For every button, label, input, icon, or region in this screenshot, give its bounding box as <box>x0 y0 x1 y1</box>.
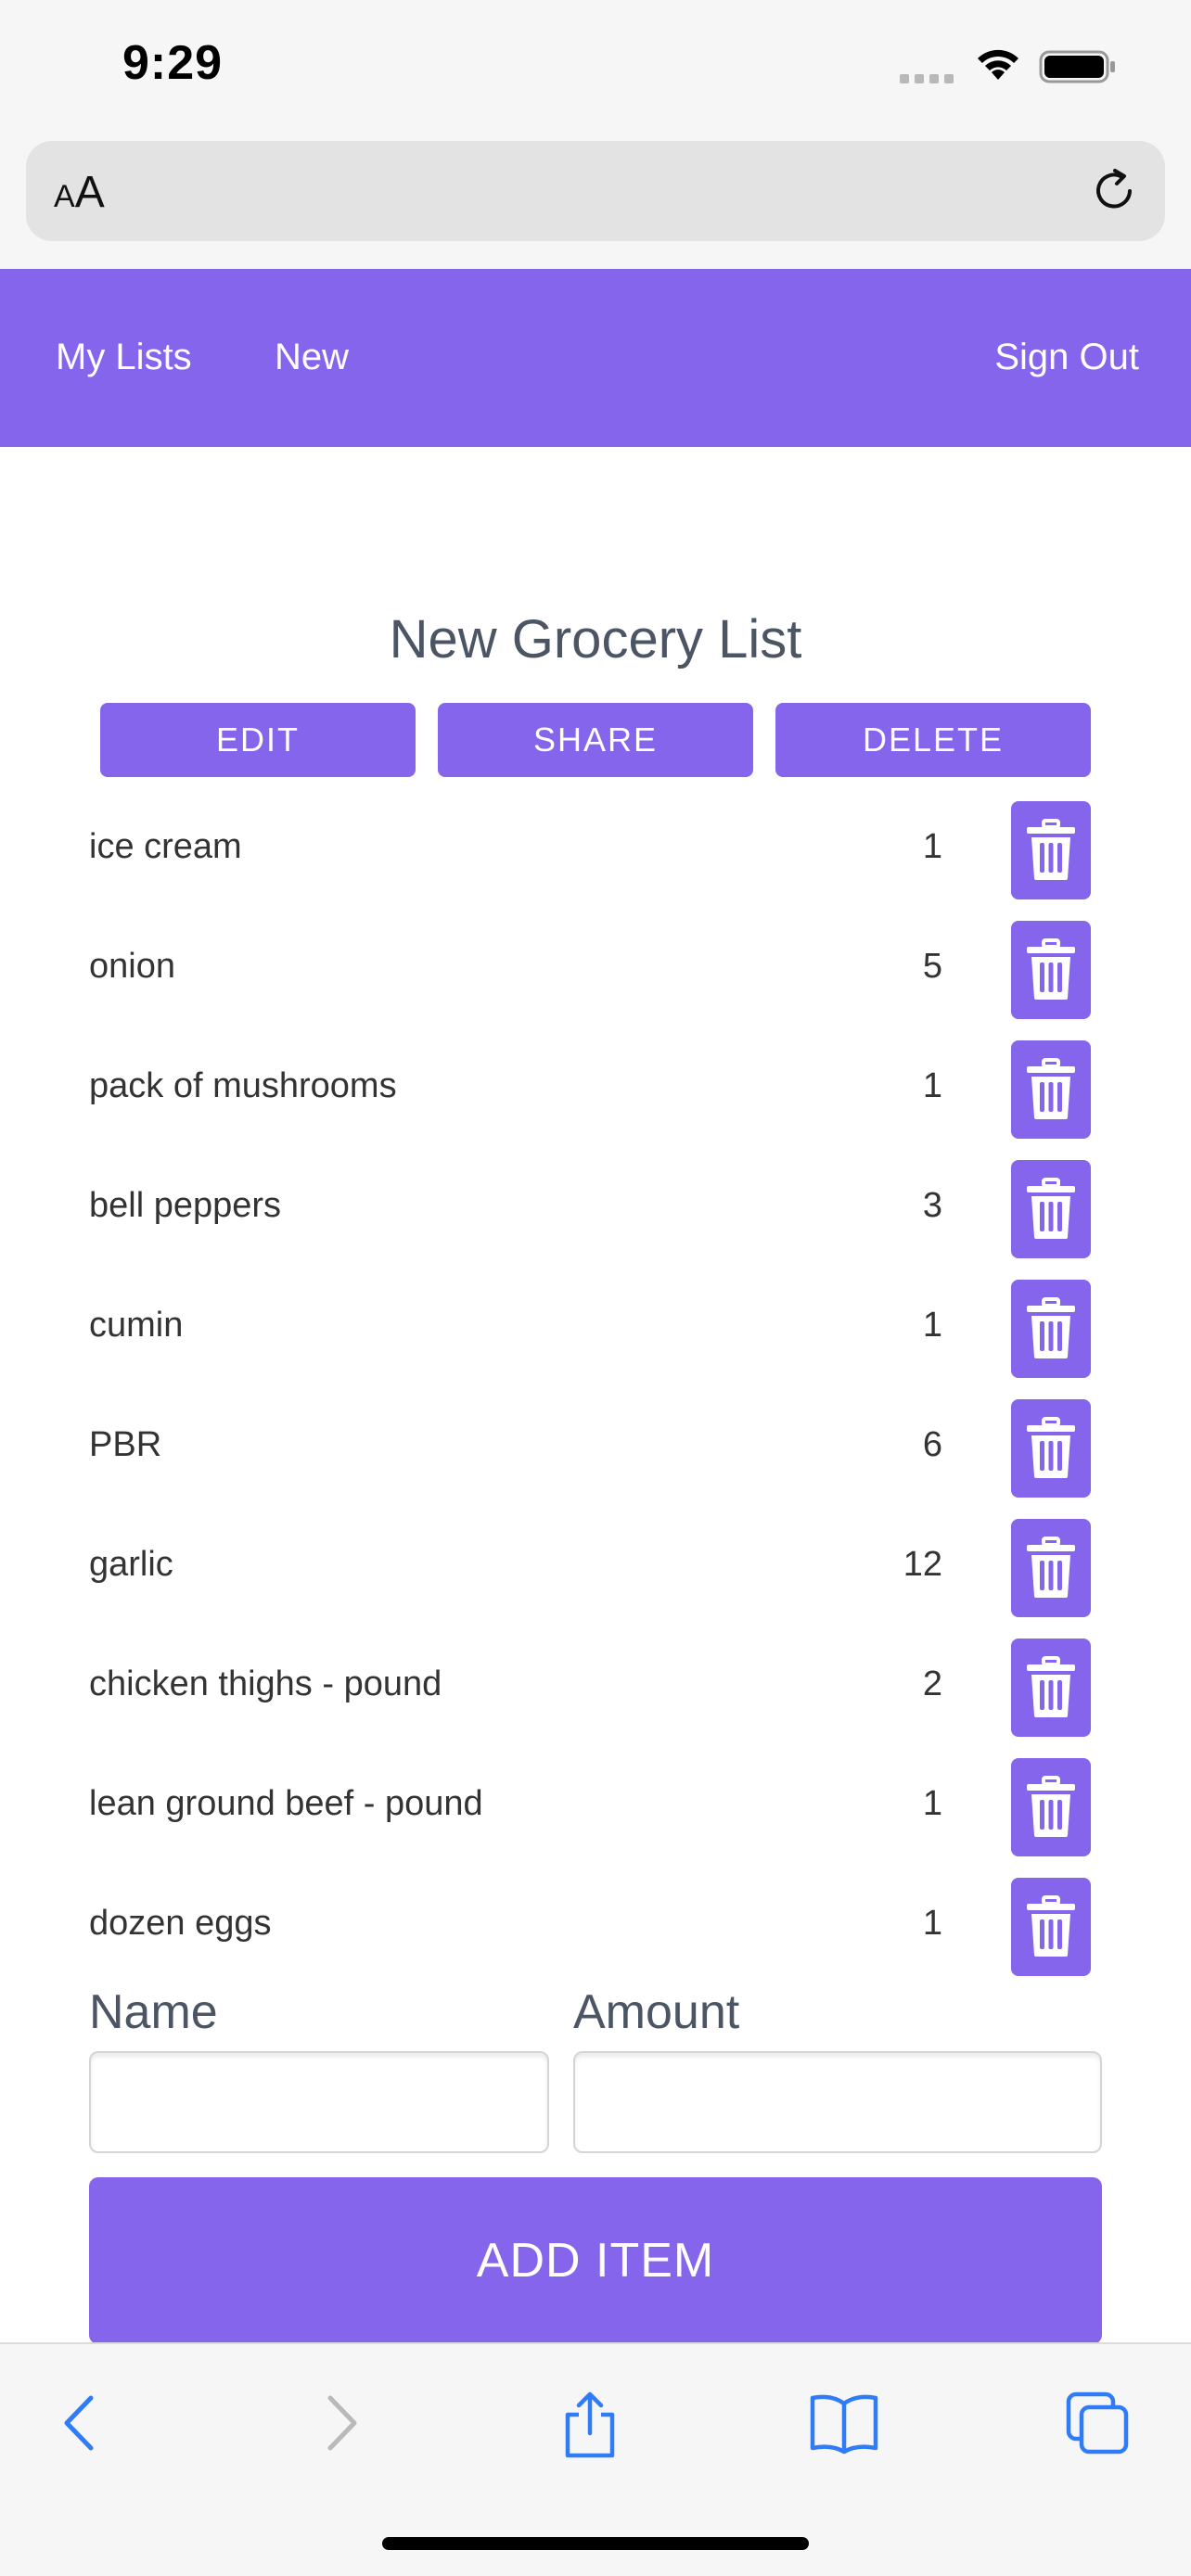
delete-item-button[interactable] <box>1011 1519 1091 1617</box>
list-item: lean ground beef - pound 1 <box>0 1758 1191 1856</box>
edit-button[interactable]: EDIT <box>100 703 416 777</box>
item-amount: 1 <box>922 1066 942 1105</box>
item-amount: 1 <box>922 827 942 866</box>
delete-item-button[interactable] <box>1011 801 1091 899</box>
browser-chrome: 9:29 AA <box>0 0 1191 269</box>
item-name: bell peppers <box>89 1186 282 1225</box>
nav-new[interactable]: New <box>275 337 349 378</box>
item-amount: 5 <box>922 947 942 986</box>
item-name: ice cream <box>89 827 242 866</box>
list-item: onion 5 <box>0 921 1191 1019</box>
delete-item-button[interactable] <box>1011 1758 1091 1856</box>
item-name: garlic <box>89 1545 173 1584</box>
text-size-small-label: A <box>54 179 75 214</box>
list-item: ice cream 1 <box>0 801 1191 899</box>
share-button[interactable]: SHARE <box>438 703 753 777</box>
delete-item-button[interactable] <box>1011 1160 1091 1258</box>
text-size-large-label: A <box>74 168 105 217</box>
trash-icon <box>1027 938 1075 1000</box>
item-name: chicken thighs - pound <box>89 1664 442 1703</box>
trash-icon <box>1027 1776 1075 1837</box>
address-bar[interactable]: AA <box>26 141 1165 241</box>
share-icon[interactable] <box>560 2391 620 2464</box>
item-name-input[interactable] <box>89 2051 549 2153</box>
list-item: dozen eggs 1 <box>0 1878 1191 1976</box>
item-name: pack of mushrooms <box>89 1066 397 1105</box>
tabs-icon[interactable] <box>1065 2391 1132 2462</box>
item-amount: 2 <box>922 1664 942 1703</box>
item-amount: 1 <box>922 1904 942 1943</box>
delete-item-button[interactable] <box>1011 1040 1091 1139</box>
item-name: onion <box>89 947 175 986</box>
delete-item-button[interactable] <box>1011 1878 1091 1976</box>
status-time: 9:29 <box>122 36 224 90</box>
item-name: cumin <box>89 1306 184 1345</box>
item-amount-input[interactable] <box>573 2051 1102 2153</box>
trash-icon <box>1027 1656 1075 1717</box>
item-amount: 1 <box>922 1784 942 1823</box>
item-name: PBR <box>89 1425 162 1464</box>
delete-item-button[interactable] <box>1011 1280 1091 1378</box>
battery-icon <box>1039 48 1117 90</box>
home-indicator <box>382 2537 809 2550</box>
item-amount: 1 <box>922 1306 942 1345</box>
trash-icon <box>1027 1537 1075 1598</box>
item-name: lean ground beef - pound <box>89 1784 483 1823</box>
name-label: Name <box>89 1985 218 2039</box>
amount-label: Amount <box>573 1985 740 2039</box>
list-item: garlic 12 <box>0 1519 1191 1617</box>
trash-icon <box>1027 1178 1075 1239</box>
list-item: cumin 1 <box>0 1280 1191 1378</box>
page-title: New Grocery List <box>389 609 802 670</box>
list-item: chicken thighs - pound 2 <box>0 1639 1191 1737</box>
bookmarks-icon[interactable] <box>809 2391 879 2460</box>
nav-my-lists[interactable]: My Lists <box>56 337 192 378</box>
delete-list-button[interactable]: DELETE <box>775 703 1091 777</box>
wifi-icon <box>974 46 1022 88</box>
delete-item-button[interactable] <box>1011 1399 1091 1498</box>
trash-icon <box>1027 1297 1075 1358</box>
cellular-signal-icon <box>900 74 954 83</box>
app-navbar: My Lists New Sign Out <box>0 269 1191 447</box>
trash-icon <box>1027 1417 1075 1478</box>
text-size-button[interactable]: AA <box>54 167 105 218</box>
list-item: pack of mushrooms 1 <box>0 1040 1191 1139</box>
add-item-button[interactable]: ADD ITEM <box>89 2177 1102 2344</box>
back-icon[interactable] <box>58 2391 104 2460</box>
item-name: dozen eggs <box>89 1904 272 1943</box>
nav-sign-out[interactable]: Sign Out <box>994 337 1139 378</box>
reload-icon[interactable] <box>1089 165 1139 220</box>
trash-icon <box>1027 1895 1075 1957</box>
forward-icon[interactable] <box>317 2391 364 2460</box>
trash-icon <box>1027 819 1075 880</box>
item-amount: 12 <box>903 1545 942 1584</box>
delete-item-button[interactable] <box>1011 921 1091 1019</box>
item-amount: 3 <box>922 1186 942 1225</box>
trash-icon <box>1027 1058 1075 1119</box>
list-item: PBR 6 <box>0 1399 1191 1498</box>
delete-item-button[interactable] <box>1011 1639 1091 1737</box>
item-amount: 6 <box>922 1425 942 1464</box>
list-item: bell peppers 3 <box>0 1160 1191 1258</box>
